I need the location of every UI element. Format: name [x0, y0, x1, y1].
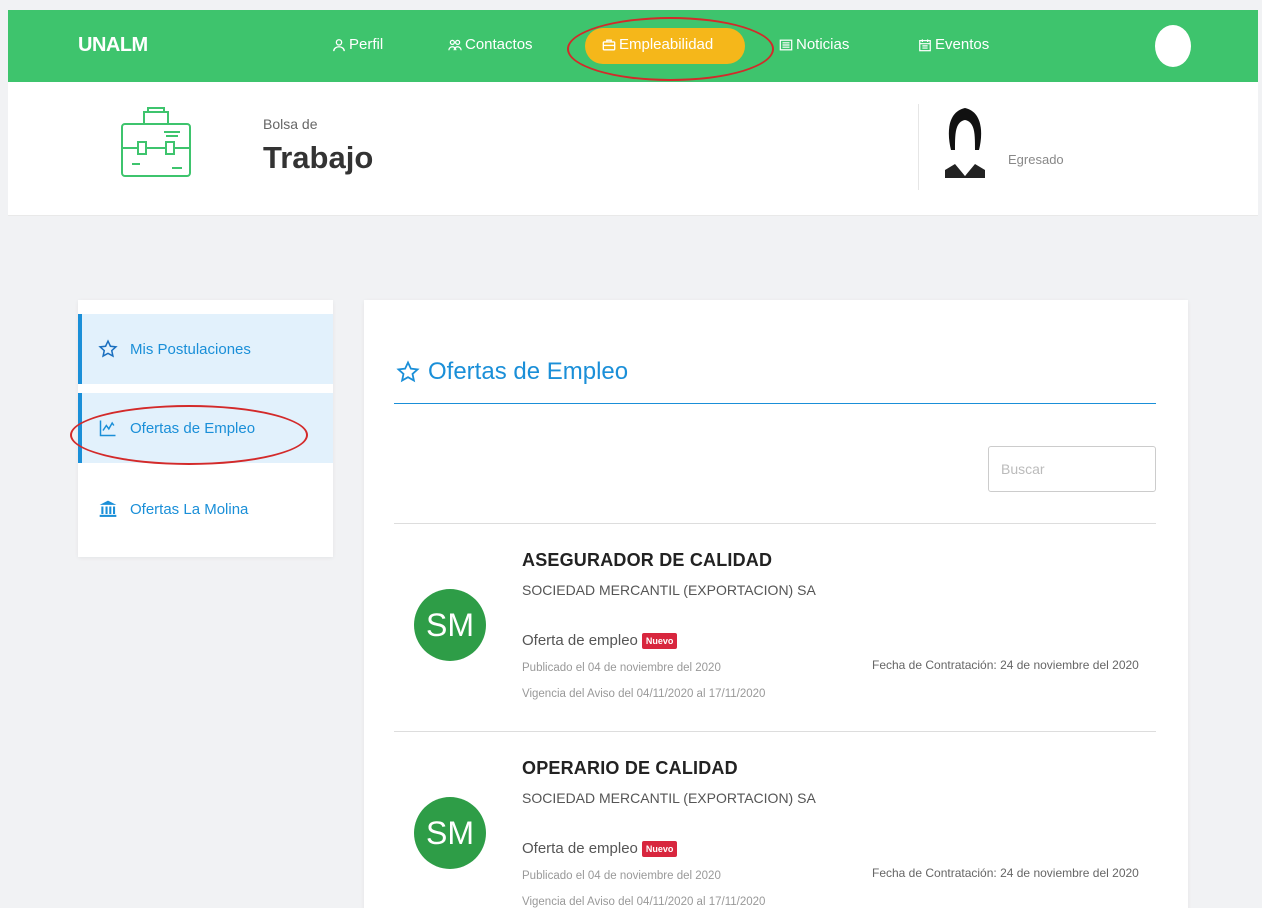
company-avatar: SM	[414, 589, 486, 661]
job-type-label: Oferta de empleo	[522, 840, 638, 857]
company-avatar: SM	[414, 797, 486, 869]
sidebar-item-ofertas-la-molina[interactable]: Ofertas La Molina	[78, 474, 333, 544]
job-title[interactable]: ASEGURADOR DE CALIDAD	[522, 550, 772, 571]
sidebar: Mis Postulaciones Ofertas de Empleo Ofer…	[78, 300, 333, 557]
user-icon	[333, 38, 345, 51]
nav-contactos[interactable]: Contactos	[448, 36, 533, 53]
star-icon	[396, 360, 420, 383]
sidebar-item-label: Ofertas de Empleo	[130, 419, 256, 437]
hire-date: Fecha de Contratación: 24 de noviembre d…	[872, 658, 1139, 672]
people-icon	[448, 39, 462, 50]
hire-date: Fecha de Contratación: 24 de noviembre d…	[872, 866, 1139, 880]
profile-photo	[945, 108, 985, 178]
new-badge: Nuevo	[641, 632, 678, 649]
chart-icon	[99, 420, 116, 437]
sidebar-item-ofertas-de-empleo[interactable]: Ofertas de Empleo	[78, 393, 333, 463]
nav-empleabilidad-pill[interactable]: Empleabilidad	[585, 28, 745, 64]
job-listing[interactable]: SM ASEGURADOR DE CALIDAD SOCIEDAD MERCAN…	[394, 523, 1156, 733]
briefcase-icon	[602, 39, 616, 50]
bank-icon	[99, 500, 117, 517]
search-input[interactable]	[988, 446, 1156, 492]
page-header: Bolsa de Trabajo Egresado	[8, 82, 1258, 216]
nav-perfil[interactable]: Perfil	[332, 36, 383, 53]
validity-period: Vigencia del Aviso del 04/11/2020 al 17/…	[522, 896, 766, 908]
company-name: SOCIEDAD MERCANTIL (EXPORTACION) SA	[522, 790, 816, 806]
nav-contactos-label: Contactos	[465, 36, 533, 53]
job-type-label: Oferta de empleo	[522, 632, 638, 649]
calendar-icon	[919, 38, 931, 51]
company-name: SOCIEDAD MERCANTIL (EXPORTACION) SA	[522, 582, 816, 598]
section-title-text: Ofertas de Empleo	[428, 358, 629, 385]
nav-noticias-label: Noticias	[796, 36, 850, 53]
nav-empleabilidad-label: Empleabilidad	[619, 36, 714, 53]
top-navbar: UNALM Perfil Contactos Empleabilidad Not…	[8, 10, 1258, 82]
header-subtitle: Bolsa de	[263, 116, 318, 132]
job-title[interactable]: OPERARIO DE CALIDAD	[522, 758, 738, 779]
job-listing[interactable]: SM OPERARIO DE CALIDAD SOCIEDAD MERCANTI…	[394, 731, 1156, 908]
brand-logo[interactable]: UNALM	[78, 34, 148, 57]
nav-empleabilidad[interactable]: Empleabilidad	[602, 36, 745, 53]
user-role: Egresado	[1008, 152, 1064, 167]
nav-eventos-label: Eventos	[935, 36, 990, 53]
nav-noticias[interactable]: Noticias	[779, 36, 849, 53]
section-title: Ofertas de Empleo	[396, 358, 628, 386]
published-date: Publicado el 04 de noviembre del 2020	[522, 870, 721, 882]
sidebar-item-label: Ofertas La Molina	[130, 500, 249, 518]
user-avatar-button[interactable]	[1155, 25, 1191, 67]
header-divider	[918, 104, 919, 190]
nav-eventos[interactable]: Eventos	[918, 36, 989, 53]
job-type: Oferta de empleo Nuevo	[522, 632, 678, 649]
published-date: Publicado el 04 de noviembre del 2020	[522, 662, 721, 674]
job-offers-card: Ofertas de Empleo SM ASEGURADOR DE CALID…	[364, 300, 1188, 908]
sidebar-item-label: Mis Postulaciones	[130, 340, 251, 358]
job-type: Oferta de empleo Nuevo	[522, 840, 678, 857]
nav-perfil-label: Perfil	[349, 36, 384, 53]
briefcase-icon	[121, 107, 191, 177]
star-icon	[98, 339, 118, 358]
page-title: Trabajo	[263, 140, 374, 175]
sidebar-item-mis-postulaciones[interactable]: Mis Postulaciones	[78, 314, 333, 384]
newspaper-icon	[779, 39, 793, 50]
title-underline	[394, 403, 1156, 404]
validity-period: Vigencia del Aviso del 04/11/2020 al 17/…	[522, 688, 766, 700]
new-badge: Nuevo	[641, 840, 678, 857]
